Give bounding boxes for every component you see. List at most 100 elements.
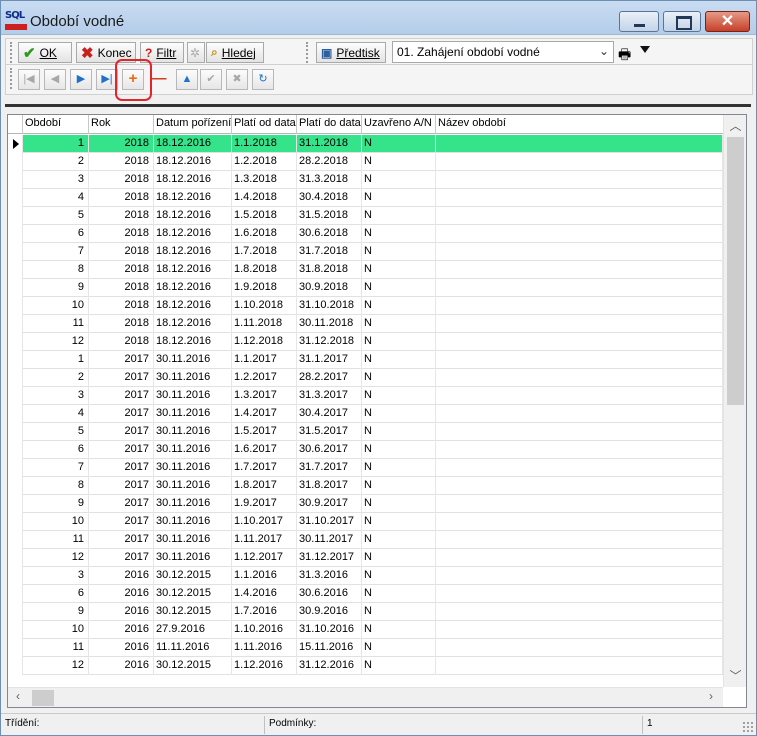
table-cell[interactable] bbox=[436, 531, 723, 549]
minimize-button[interactable] bbox=[619, 11, 659, 32]
search-button[interactable]: ⌕ Hledej bbox=[206, 42, 264, 63]
table-cell[interactable]: 11 bbox=[23, 639, 89, 657]
table-cell[interactable] bbox=[436, 657, 723, 675]
table-cell[interactable]: 31.8.2017 bbox=[297, 477, 362, 495]
title-bar[interactable]: SQL Období vodné ✕ bbox=[1, 1, 756, 35]
table-cell[interactable]: 18.12.2016 bbox=[154, 153, 232, 171]
table-cell[interactable] bbox=[436, 423, 723, 441]
table-cell[interactable]: 30.4.2017 bbox=[297, 405, 362, 423]
column-header[interactable]: Období bbox=[23, 115, 89, 134]
table-cell[interactable]: N bbox=[362, 585, 436, 603]
table-cell[interactable]: 18.12.2016 bbox=[154, 171, 232, 189]
table-cell[interactable]: 31.7.2018 bbox=[297, 243, 362, 261]
scroll-left-icon[interactable]: ‹ bbox=[8, 689, 28, 707]
table-cell[interactable]: 2018 bbox=[89, 171, 154, 189]
column-header[interactable]: Název období bbox=[436, 115, 723, 134]
table-cell[interactable]: 30.11.2017 bbox=[297, 531, 362, 549]
table-cell[interactable]: N bbox=[362, 315, 436, 333]
table-cell[interactable] bbox=[436, 387, 723, 405]
table-row[interactable]: 8 2018 18.12.2016 1.8.2018 31.8.2018 N bbox=[8, 261, 723, 279]
table-cell[interactable]: 10 bbox=[23, 297, 89, 315]
table-cell[interactable]: 28.2.2018 bbox=[297, 153, 362, 171]
table-cell[interactable]: 1.4.2017 bbox=[232, 405, 297, 423]
table-cell[interactable]: 18.12.2016 bbox=[154, 315, 232, 333]
column-header[interactable]: Platí do data bbox=[297, 115, 362, 134]
table-cell[interactable]: N bbox=[362, 567, 436, 585]
table-cell[interactable]: 18.12.2016 bbox=[154, 135, 232, 153]
table-cell[interactable]: 31.3.2018 bbox=[297, 171, 362, 189]
post-record-button[interactable]: ✔ bbox=[200, 69, 222, 90]
table-cell[interactable]: 2018 bbox=[89, 189, 154, 207]
table-cell[interactable]: 30.12.2015 bbox=[154, 567, 232, 585]
table-cell[interactable]: N bbox=[362, 189, 436, 207]
row-indicator[interactable] bbox=[8, 531, 23, 549]
table-cell[interactable]: 30.6.2018 bbox=[297, 225, 362, 243]
table-cell[interactable]: 31.3.2016 bbox=[297, 567, 362, 585]
maximize-button[interactable] bbox=[663, 11, 701, 32]
row-indicator[interactable] bbox=[8, 441, 23, 459]
row-indicator[interactable] bbox=[8, 153, 23, 171]
scroll-right-icon[interactable]: › bbox=[701, 689, 721, 707]
table-cell[interactable]: 2018 bbox=[89, 225, 154, 243]
table-cell[interactable]: N bbox=[362, 423, 436, 441]
table-cell[interactable]: 1.3.2017 bbox=[232, 387, 297, 405]
table-cell[interactable]: 1.10.2017 bbox=[232, 513, 297, 531]
table-row[interactable]: 12 2018 18.12.2016 1.12.2018 31.12.2018 N bbox=[8, 333, 723, 351]
row-indicator[interactable] bbox=[8, 297, 23, 315]
row-indicator[interactable] bbox=[8, 423, 23, 441]
table-cell[interactable]: N bbox=[362, 279, 436, 297]
table-cell[interactable]: 5 bbox=[23, 423, 89, 441]
table-cell[interactable] bbox=[436, 441, 723, 459]
row-indicator[interactable] bbox=[8, 585, 23, 603]
row-indicator[interactable] bbox=[8, 603, 23, 621]
table-cell[interactable]: 2017 bbox=[89, 477, 154, 495]
table-cell[interactable]: 30.11.2016 bbox=[154, 351, 232, 369]
row-indicator[interactable] bbox=[8, 171, 23, 189]
table-row[interactable]: 1 2018 18.12.2016 1.1.2018 31.1.2018 N bbox=[8, 135, 723, 153]
table-cell[interactable]: 2018 bbox=[89, 243, 154, 261]
table-cell[interactable]: 3 bbox=[23, 567, 89, 585]
table-row[interactable]: 4 2017 30.11.2016 1.4.2017 30.4.2017 N bbox=[8, 405, 723, 423]
table-cell[interactable]: 1.4.2018 bbox=[232, 189, 297, 207]
table-row[interactable]: 12 2017 30.11.2016 1.12.2017 31.12.2017 N bbox=[8, 549, 723, 567]
table-cell[interactable]: 30.11.2016 bbox=[154, 423, 232, 441]
table-cell[interactable]: 2016 bbox=[89, 603, 154, 621]
row-indicator[interactable] bbox=[8, 135, 23, 153]
table-cell[interactable]: 18.12.2016 bbox=[154, 189, 232, 207]
table-cell[interactable]: 1.12.2016 bbox=[232, 657, 297, 675]
table-cell[interactable]: N bbox=[362, 495, 436, 513]
table-cell[interactable]: 30.11.2016 bbox=[154, 477, 232, 495]
table-cell[interactable] bbox=[436, 207, 723, 225]
table-cell[interactable] bbox=[436, 297, 723, 315]
table-cell[interactable]: N bbox=[362, 243, 436, 261]
table-cell[interactable]: 31.10.2017 bbox=[297, 513, 362, 531]
row-indicator[interactable] bbox=[8, 657, 23, 675]
table-cell[interactable]: 30.11.2016 bbox=[154, 369, 232, 387]
table-cell[interactable] bbox=[436, 171, 723, 189]
table-cell[interactable]: 2 bbox=[23, 369, 89, 387]
table-row[interactable]: 7 2017 30.11.2016 1.7.2017 31.7.2017 N bbox=[8, 459, 723, 477]
table-cell[interactable]: N bbox=[362, 333, 436, 351]
table-cell[interactable]: 2017 bbox=[89, 441, 154, 459]
row-indicator[interactable] bbox=[8, 567, 23, 585]
table-cell[interactable]: 1.8.2018 bbox=[232, 261, 297, 279]
table-cell[interactable]: 31.5.2018 bbox=[297, 207, 362, 225]
edit-record-button[interactable]: ▲ bbox=[176, 69, 198, 90]
table-row[interactable]: 8 2017 30.11.2016 1.8.2017 31.8.2017 N bbox=[8, 477, 723, 495]
table-cell[interactable]: 1.12.2018 bbox=[232, 333, 297, 351]
row-indicator[interactable] bbox=[8, 459, 23, 477]
cancel-edit-button[interactable]: ✖ bbox=[226, 69, 248, 90]
row-indicator[interactable] bbox=[8, 369, 23, 387]
row-indicator[interactable] bbox=[8, 477, 23, 495]
table-cell[interactable]: 8 bbox=[23, 261, 89, 279]
print-dropdown-arrow[interactable] bbox=[640, 46, 650, 53]
table-cell[interactable]: 30.11.2016 bbox=[154, 495, 232, 513]
table-row[interactable]: 9 2018 18.12.2016 1.9.2018 30.9.2018 N bbox=[8, 279, 723, 297]
toolbar-grip[interactable] bbox=[306, 42, 309, 63]
prior-record-button[interactable]: ◀ bbox=[44, 69, 66, 90]
row-indicator[interactable] bbox=[8, 405, 23, 423]
row-indicator[interactable] bbox=[8, 333, 23, 351]
table-cell[interactable]: 6 bbox=[23, 585, 89, 603]
table-cell[interactable]: 30.11.2016 bbox=[154, 405, 232, 423]
table-cell[interactable]: 18.12.2016 bbox=[154, 333, 232, 351]
